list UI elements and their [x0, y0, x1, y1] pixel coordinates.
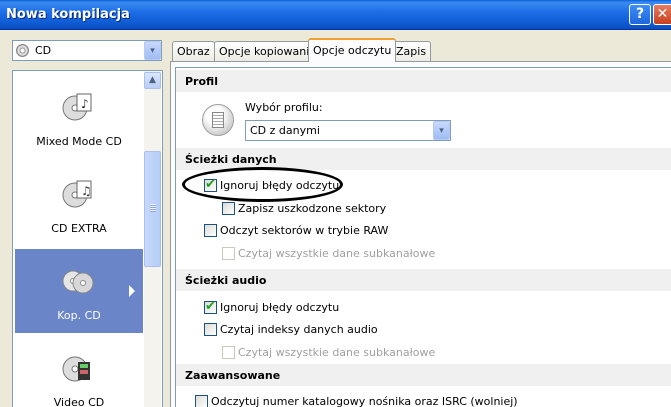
- help-button[interactable]: ?: [629, 4, 651, 25]
- cd-disc-icon: [16, 44, 29, 57]
- list-scrollbar[interactable]: ▲: [144, 71, 161, 407]
- section-heading-profile: Profil: [176, 70, 671, 92]
- profile-label: Wybór profilu:: [245, 101, 323, 114]
- mixed-mode-cd-icon: ♪: [62, 93, 92, 121]
- section-heading-audio-tracks: Ścieżki audio: [176, 269, 671, 291]
- read-catalog-isrc-label[interactable]: Odczytuj numer katalogowy nośnika oraz I…: [211, 395, 518, 407]
- list-item-cd-extra[interactable]: ♫ CD EXTRA: [15, 162, 143, 246]
- read-subchannel-data-checkbox: [222, 247, 235, 260]
- chevron-down-icon[interactable]: ▾: [144, 41, 161, 60]
- read-subchannel-audio-label: Czytaj wszystkie dane subkanałowe: [238, 346, 436, 359]
- save-damaged-sectors-checkbox[interactable]: [222, 202, 235, 215]
- list-item-label: CD EXTRA: [51, 222, 107, 235]
- read-subchannel-audio-checkbox: [222, 346, 235, 359]
- list-item-video-cd[interactable]: Video CD: [15, 336, 143, 407]
- tab-zapis[interactable]: Zapis: [391, 41, 432, 61]
- list-item-mixed-mode-cd[interactable]: ♪ Mixed Mode CD: [15, 75, 143, 159]
- tab-opcje-odczytu[interactable]: Opcje odczytu: [308, 38, 397, 62]
- profile-select[interactable]: CD z danymi ▾: [245, 120, 451, 141]
- tab-obraz[interactable]: Obraz: [172, 41, 215, 61]
- ignore-read-errors-data-checkbox[interactable]: ✔: [204, 177, 217, 192]
- drive-select[interactable]: CD ▾: [12, 40, 162, 61]
- read-audio-indexes-label[interactable]: Czytaj indeksy danych audio: [220, 323, 378, 336]
- tab-page-read-options: Profil Wybór profilu: CD z danymi ▾ Ście…: [170, 61, 671, 407]
- read-subchannel-data-label: Czytaj wszystkie dane subkanałowe: [238, 247, 436, 260]
- tab-opcje-kopiowania[interactable]: Opcje kopiowania: [214, 41, 321, 61]
- selected-arrow-icon: [129, 285, 135, 297]
- list-item-label: Kop. CD: [57, 309, 101, 322]
- title-bar: Nowa kompilacja ? ✕: [0, 0, 671, 30]
- svg-text:♪: ♪: [81, 97, 89, 111]
- list-item-copy-cd[interactable]: Kop. CD: [15, 249, 143, 333]
- close-button[interactable]: ✕: [653, 4, 671, 25]
- scroll-thumb[interactable]: [144, 151, 161, 267]
- svg-text:♫: ♫: [81, 184, 92, 198]
- read-audio-indexes-checkbox[interactable]: [204, 323, 217, 336]
- raw-sector-read-label[interactable]: Odczyt sektorów w trybie RAW: [220, 224, 388, 237]
- read-catalog-isrc-checkbox[interactable]: [195, 395, 208, 407]
- window-title: Nowa kompilacja: [6, 7, 130, 22]
- project-type-list: ♪ Mixed Mode CD ♫ CD EXTRA Kop. CD Video…: [12, 70, 163, 407]
- drive-select-value: CD: [35, 44, 52, 57]
- cd-extra-icon: ♫: [62, 180, 92, 208]
- video-cd-icon: [62, 356, 90, 382]
- scroll-up-button[interactable]: ▲: [144, 72, 161, 89]
- raw-sector-read-checkbox[interactable]: [204, 224, 217, 237]
- grip-icon: [150, 204, 156, 212]
- save-damaged-sectors-label[interactable]: Zapisz uszkodzone sektory: [238, 202, 386, 215]
- chevron-down-icon[interactable]: ▾: [433, 121, 450, 140]
- check-icon: ✔: [205, 299, 216, 314]
- copy-cd-icon: [62, 270, 94, 294]
- document-icon: [212, 112, 224, 128]
- section-heading-advanced: Zaawansowane: [176, 364, 671, 386]
- profile-select-value: CD z danymi: [250, 124, 320, 137]
- check-icon: ✔: [205, 177, 216, 192]
- ignore-read-errors-data-label[interactable]: Ignoruj błędy odczytu: [220, 179, 339, 192]
- list-item-label: Mixed Mode CD: [36, 135, 122, 148]
- options-scroll-area: Profil Wybór profilu: CD z danymi ▾ Ście…: [175, 67, 671, 407]
- profile-icon: [202, 104, 234, 136]
- ignore-read-errors-audio-label[interactable]: Ignoruj błędy odczytu: [220, 301, 339, 314]
- list-item-label: Video CD: [53, 396, 105, 407]
- section-heading-data-tracks: Ścieżki danych: [176, 148, 671, 170]
- ignore-read-errors-audio-checkbox[interactable]: ✔: [204, 299, 217, 314]
